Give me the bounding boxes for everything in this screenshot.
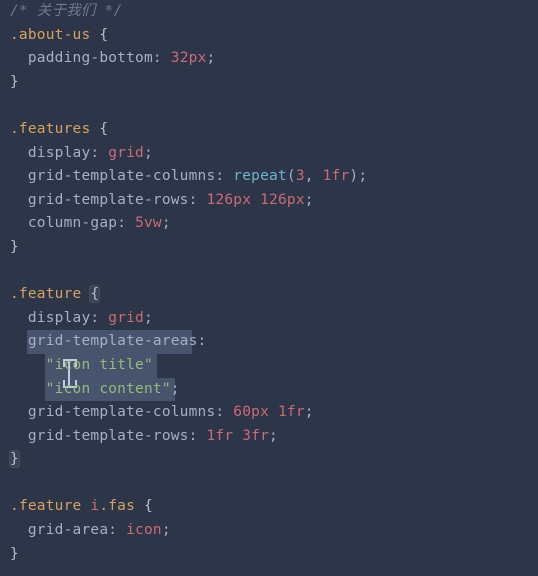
number: 3 [296,168,305,184]
brace-close: } [10,74,19,90]
brace-open: { [144,498,153,514]
code-line[interactable]: grid-template-columns: repeat(3, 1fr); [10,165,538,189]
code-line[interactable]: } [10,236,538,260]
comment: /* 关于我们 */ [10,3,122,19]
code-line[interactable]: } [10,448,538,472]
code-line[interactable]: grid-template-areas: [10,330,538,354]
value: 60px [233,404,269,420]
code-line[interactable]: } [10,71,538,95]
code-line[interactable]: .features { [10,118,538,142]
blank-line[interactable] [10,472,538,496]
code-line[interactable]: .about-us { [10,24,538,48]
value: 1fr [278,404,305,420]
code-line[interactable]: display: grid; [10,307,538,331]
selector: .feature [10,286,81,302]
value: 5vw [135,215,162,231]
value: 1fr [323,168,350,184]
code-line[interactable]: .feature { [10,283,538,307]
brace-open: { [99,121,108,137]
code-line[interactable]: display: grid; [10,142,538,166]
value: 32px [171,50,207,66]
blank-line[interactable] [10,260,538,284]
function: repeat [233,168,287,184]
value: grid [108,145,144,161]
value: grid [108,310,144,326]
code-line[interactable]: "icon title" [10,354,538,378]
property: grid-template-rows [28,428,189,444]
property: display [28,310,91,326]
property: grid-area [28,522,108,538]
value: 126px [260,192,305,208]
value: icon [126,522,162,538]
string: "icon title" [46,357,153,373]
selector-element: i [90,498,99,514]
brace-close: } [10,239,19,255]
code-line[interactable]: grid-template-columns: 60px 1fr; [10,401,538,425]
property: grid-template-areas [28,333,198,349]
selector: .about-us [10,27,90,43]
code-line[interactable]: grid-template-rows: 126px 126px; [10,189,538,213]
value: 126px [207,192,252,208]
brace-open: { [99,27,108,43]
brace-open: { [90,286,99,302]
property: padding-bottom [28,50,153,66]
code-editor[interactable]: /* 关于我们 */ .about-us { padding-bottom: 3… [10,0,538,566]
string: "icon content" [46,381,171,397]
selector: .feature [10,498,90,514]
selector: .fas [99,498,135,514]
code-line[interactable]: grid-area: icon; [10,519,538,543]
code-line[interactable]: padding-bottom: 32px; [10,47,538,71]
value: 3fr [242,428,269,444]
brace-close: } [10,546,19,562]
value: 1fr [207,428,234,444]
code-line[interactable]: /* 关于我们 */ [10,0,538,24]
property: display [28,145,91,161]
code-line[interactable]: } [10,543,538,567]
brace-close: } [10,451,19,467]
code-line[interactable]: .feature i.fas { [10,495,538,519]
property: grid-template-columns [28,168,216,184]
code-line[interactable]: column-gap: 5vw; [10,212,538,236]
blank-line[interactable] [10,94,538,118]
selector: .features [10,121,90,137]
code-line[interactable]: grid-template-rows: 1fr 3fr; [10,425,538,449]
property: grid-template-rows [28,192,189,208]
code-line[interactable]: "icon content"; [10,378,538,402]
property: column-gap [28,215,117,231]
property: grid-template-columns [28,404,216,420]
